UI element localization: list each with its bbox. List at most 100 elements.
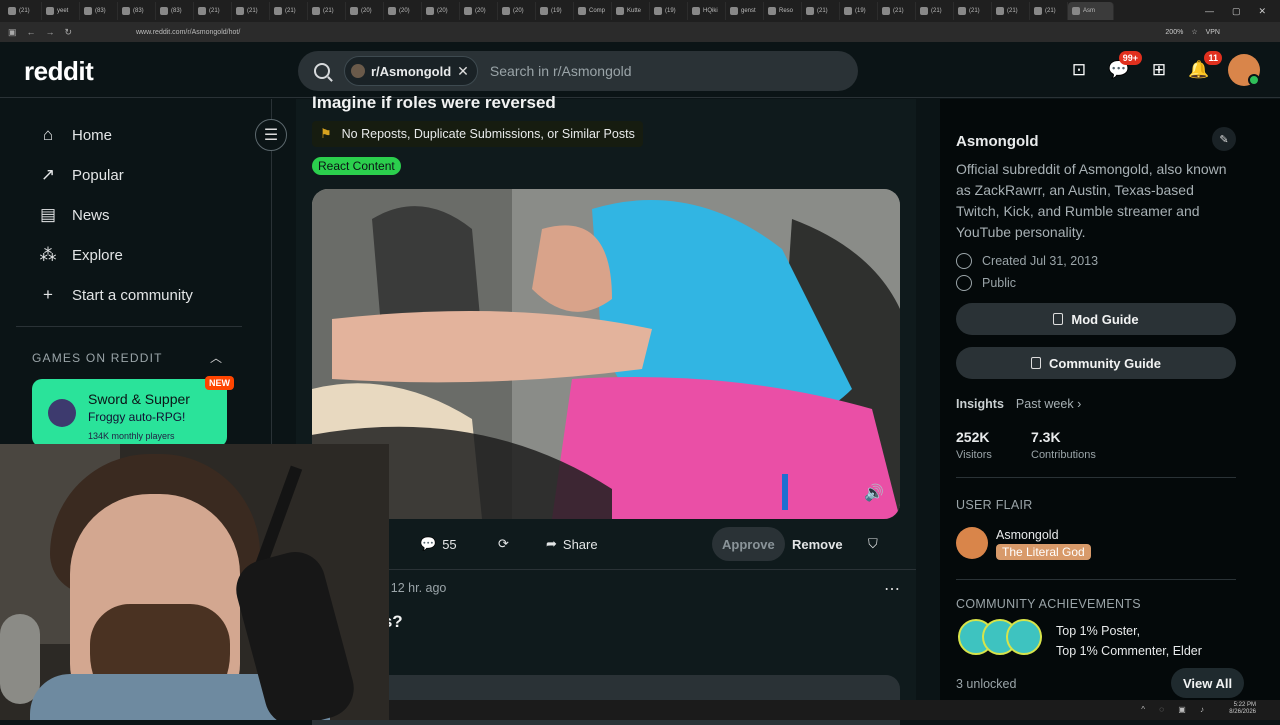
minimize-icon[interactable]: — [1205,6,1214,16]
post-title[interactable]: Imagine if roles were reversed [312,93,556,113]
browser-tab[interactable]: (21) [4,2,42,20]
mod-guide-button[interactable]: Mod Guide [956,303,1236,335]
forward-icon[interactable]: → [46,27,55,38]
more-options-icon[interactable]: ⋯ [884,579,900,599]
tab-label: Kutte [627,8,642,14]
advertise-icon[interactable]: ⊡ [1068,59,1090,81]
tab-favicon-icon [84,7,92,15]
os-taskbar: ^ ◌ ▣ ♪ 5:22 PM 8/26/2026 [389,700,1280,720]
clear-chip-icon[interactable]: ✕ [457,63,469,80]
site-header: reddit r/Asmongold ✕ Search in r/Asmongo… [0,42,1280,98]
community-sidebar: Asmongold ✎ Official subreddit of Asmong… [940,99,1280,720]
volume-icon[interactable]: 🔊 [864,483,884,503]
reload-icon[interactable]: ↻ [65,27,73,38]
browser-tab[interactable]: Kutte [612,2,650,20]
tab-label: (19) [855,8,866,14]
browser-tab[interactable]: (83) [118,2,156,20]
community-guide-button[interactable]: Community Guide [956,347,1236,379]
sidebar-item-home[interactable]: ⌂ Home [38,125,112,145]
create-post-icon[interactable]: ⊞ [1148,59,1170,81]
share-icon: ➦ [546,536,557,551]
browser-tab[interactable]: (19) [536,2,574,20]
search-input[interactable]: Search in r/Asmongold [490,63,632,79]
browser-tab[interactable]: Asm [1068,2,1114,20]
insights-period[interactable]: Past week › [1016,397,1081,411]
tab-favicon-icon [426,7,434,15]
browser-tab[interactable]: yeet [42,2,80,20]
browser-tab[interactable]: (21) [954,2,992,20]
created-text: Created Jul 31, 2013 [982,254,1099,268]
video-frame [312,189,900,519]
remove-button[interactable]: Remove [782,527,853,561]
edit-icon[interactable]: ✎ [1212,127,1236,151]
browser-tab[interactable]: (21) [878,2,916,20]
tab-label: (21) [817,8,828,14]
notifications-icon[interactable]: 🔔 11 [1188,51,1222,81]
bookmark-icon[interactable]: ☆ [1191,28,1197,36]
browser-tab[interactable]: (83) [156,2,194,20]
tab-favicon-icon [8,7,16,15]
browser-tab[interactable]: (21) [308,2,346,20]
flair-tag[interactable]: The Literal God [996,544,1091,560]
search-bar[interactable]: r/Asmongold ✕ Search in r/Asmongold [298,51,858,91]
browser-tab[interactable]: (21) [802,2,840,20]
browser-tab[interactable]: (83) [80,2,118,20]
browser-tab[interactable]: (20) [498,2,536,20]
contributions-label: Contributions [1031,449,1096,461]
post-video[interactable]: 🔊 [312,189,900,519]
tab-favicon-icon [616,7,624,15]
shield-icon[interactable]: ⛉ [858,527,888,561]
menu-toggle-button[interactable]: ☰ [255,119,287,151]
sidebar-item-label: News [72,206,110,224]
game-card[interactable]: Sword & Supper Froggy auto-RPG! 134K mon… [32,379,227,447]
browser-tab[interactable]: (21) [992,2,1030,20]
user-avatar[interactable] [1228,54,1260,86]
post-flair[interactable]: React Content [312,157,401,175]
browser-tab[interactable]: HQiki [688,2,726,20]
system-tray-icons[interactable]: ^ ◌ ▣ ♪ [1141,705,1210,714]
chat-icon[interactable]: 💬 99+ [1108,51,1142,81]
comments-button[interactable]: 💬 55 [410,527,467,561]
browser-tab[interactable]: (21) [270,2,308,20]
browser-tab[interactable]: (20) [346,2,384,20]
browser-tab[interactable]: (21) [1030,2,1068,20]
maximize-icon[interactable]: ▢ [1232,6,1241,17]
sidebar-item-popular[interactable]: ↗ Popular [38,165,124,185]
browser-tab[interactable]: (19) [840,2,878,20]
subreddit-search-chip[interactable]: r/Asmongold ✕ [344,56,478,86]
view-all-button[interactable]: View All [1171,668,1245,698]
zoom-level[interactable]: 200% [1165,29,1183,36]
close-icon[interactable]: ✕ [1258,6,1266,17]
chevron-up-icon[interactable]: ︿ [210,349,222,366]
vpn-badge[interactable]: VPN [1206,29,1220,36]
browser-tab[interactable]: Reso [764,2,802,20]
sidebar-toggle-icon[interactable]: ▣ [8,27,17,38]
browser-tab[interactable]: (20) [384,2,422,20]
browser-tab[interactable]: (21) [916,2,954,20]
reddit-logo[interactable]: reddit [24,56,94,87]
browser-tab[interactable]: (19) [650,2,688,20]
visibility-text: Public [982,276,1017,290]
tab-favicon-icon [122,7,130,15]
sidebar-item-start-community[interactable]: + Start a community [38,285,193,305]
tab-label: (19) [665,8,676,14]
sidebar-item-label: Start a community [72,286,193,304]
insights-period-label: Past week [1015,397,1074,411]
share-button[interactable]: ➦ Share [536,527,608,561]
back-icon[interactable]: ← [27,27,36,38]
browser-tab[interactable]: (21) [232,2,270,20]
browser-tab[interactable]: (20) [422,2,460,20]
browser-tab[interactable]: Comp [574,2,612,20]
browser-tab[interactable]: genst [726,2,764,20]
url-text[interactable]: www.reddit.com/r/Asmongold/hot/ [136,29,240,36]
browser-tab[interactable]: (21) [194,2,232,20]
removal-rule-notice: ⚑ No Reposts, Duplicate Submissions, or … [312,121,643,147]
crosspost-button[interactable]: ⟳ [488,527,519,561]
sidebar-item-explore[interactable]: ⁂ Explore [38,245,123,265]
taskbar-clock[interactable]: 5:22 PM 8/26/2026 [1229,702,1256,716]
post-time: 12 hr. ago [390,581,447,595]
sidebar-item-news[interactable]: ▤ News [38,205,110,225]
tab-label: (21) [893,8,904,14]
approve-button[interactable]: Approve [712,527,785,561]
browser-tab[interactable]: (20) [460,2,498,20]
